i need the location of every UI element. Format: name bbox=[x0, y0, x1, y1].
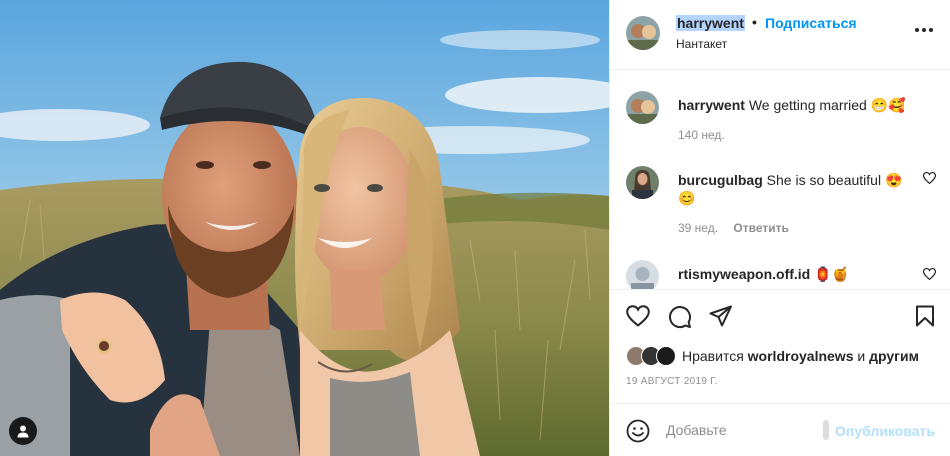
comment-meta: 140 нед. bbox=[678, 128, 725, 142]
post-date[interactable]: 19 АВГУСТ 2019 Г. bbox=[626, 376, 718, 387]
likes-prefix: Нравится bbox=[682, 348, 744, 364]
comment-text-row: rtismyweapon.off.id 🏮🍯 bbox=[678, 265, 918, 283]
liker-avatars[interactable] bbox=[626, 346, 678, 366]
commenter-avatar[interactable] bbox=[626, 260, 659, 289]
tagged-users-button[interactable] bbox=[9, 417, 37, 445]
likes-user-link[interactable]: worldroyalnews bbox=[748, 348, 854, 364]
post-location[interactable]: Нантакет bbox=[676, 37, 727, 51]
comment-like-heart-icon[interactable] bbox=[923, 172, 936, 184]
comment-body: 🏮🍯 bbox=[814, 266, 849, 282]
heart-icon[interactable] bbox=[626, 305, 650, 327]
likes-joiner: и bbox=[857, 348, 866, 364]
likes-summary: Нравится worldroyalnews и другим bbox=[626, 346, 919, 366]
smiley-icon[interactable] bbox=[626, 419, 650, 443]
author-avatar[interactable] bbox=[626, 16, 660, 50]
comment-icon[interactable] bbox=[668, 305, 692, 329]
comment-age[interactable]: 140 нед. bbox=[678, 128, 725, 142]
separator-dot: • bbox=[752, 14, 757, 30]
follow-button[interactable]: Подписаться bbox=[765, 15, 857, 31]
post-header: harrywent • Подписаться Нантакет bbox=[610, 0, 950, 70]
comment-text-row: harrywent We getting married 😁🥰 bbox=[678, 96, 918, 114]
comment-body: We getting married 😁🥰 bbox=[748, 97, 906, 113]
reply-button[interactable]: Ответить bbox=[733, 221, 788, 235]
comment-meta: 39 нед. Ответить bbox=[678, 221, 789, 235]
caption-comment: harrywent We getting married 😁🥰 140 нед. bbox=[626, 91, 936, 151]
comment-composer: Опубликовать bbox=[610, 403, 950, 456]
commenter-avatar[interactable] bbox=[626, 91, 659, 124]
comment-like-heart-icon[interactable] bbox=[923, 268, 936, 280]
comment-age[interactable]: 39 нед. bbox=[678, 221, 718, 235]
commenter-avatar[interactable] bbox=[626, 166, 659, 199]
bookmark-icon[interactable] bbox=[915, 305, 935, 327]
post-photo[interactable] bbox=[0, 0, 609, 456]
post-photo-image bbox=[0, 0, 609, 456]
author-username[interactable]: harrywent bbox=[676, 15, 745, 31]
publish-button[interactable]: Опубликовать bbox=[835, 423, 935, 439]
send-icon[interactable] bbox=[709, 305, 733, 327]
comment-username[interactable]: burcugulbag bbox=[678, 172, 763, 188]
comment-item: burcugulbag She is so beautiful 😍 😊 39 н… bbox=[626, 166, 936, 238]
user-tag-icon bbox=[17, 425, 29, 438]
comment-username[interactable]: harrywent bbox=[678, 97, 745, 113]
comments-list[interactable]: harrywent We getting married 😁🥰 140 нед.… bbox=[610, 71, 950, 289]
liker-avatar bbox=[656, 346, 676, 366]
post-actions: Нравится worldroyalnews и другим 19 АВГУ… bbox=[610, 289, 950, 403]
post-side-panel: harrywent • Подписаться Нантакет harrywe… bbox=[609, 0, 950, 456]
comment-text-row: burcugulbag She is so beautiful 😍 😊 bbox=[678, 171, 918, 207]
comment-item: rtismyweapon.off.id 🏮🍯 bbox=[626, 260, 936, 289]
likes-others-link[interactable]: другим bbox=[869, 348, 919, 364]
comment-username[interactable]: rtismyweapon.off.id bbox=[678, 266, 810, 282]
mouse-cursor bbox=[823, 420, 829, 440]
more-horizontal-icon[interactable] bbox=[915, 28, 933, 32]
